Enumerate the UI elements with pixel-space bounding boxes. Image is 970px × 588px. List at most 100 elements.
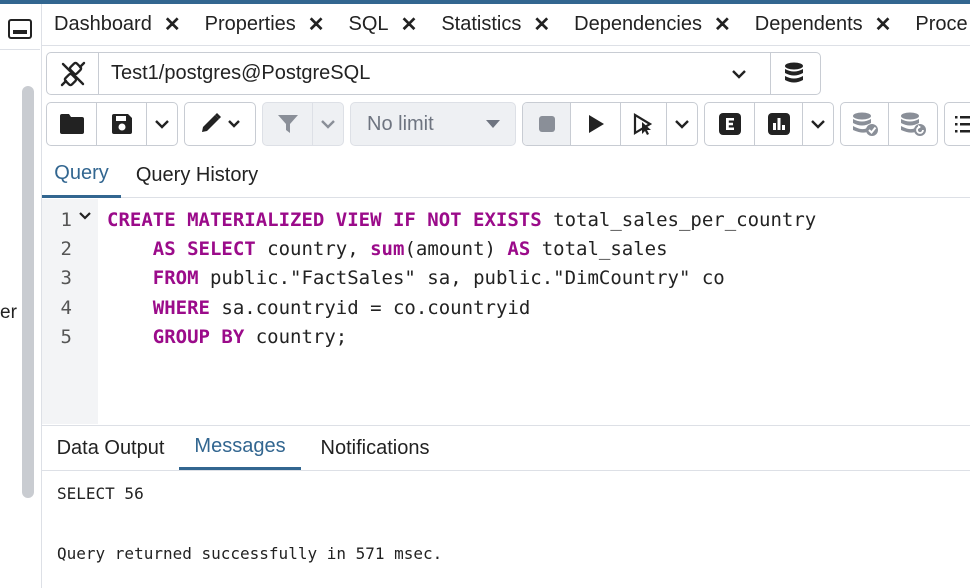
tab-label: Properties [204,13,296,35]
line-number: 1 [60,209,72,231]
execute-script-button[interactable] [621,103,667,145]
tab-label: Dependents [754,13,863,35]
commit-button[interactable] [841,103,889,145]
editor-tab-bar: Query Query History [42,152,970,198]
filter-button[interactable] [263,103,313,145]
filter-dropdown[interactable] [313,103,343,145]
object-browser-panel: er [0,4,42,588]
tab-query-history[interactable]: Query History [121,152,273,198]
execute-options-dropdown[interactable] [667,103,697,145]
connection-select[interactable]: Test1/postgres@PostgreSQL [99,62,708,85]
tab-dependents[interactable]: Dependents ✕ [743,4,904,45]
tab-notifications[interactable]: Notifications [301,426,449,470]
execute-button[interactable] [571,103,621,145]
close-icon[interactable]: ✕ [714,12,731,37]
tab-sql[interactable]: SQL ✕ [337,4,430,45]
sql-function: sum [370,238,405,260]
close-icon[interactable]: ✕ [164,12,181,37]
chevron-down-icon [811,120,825,129]
explain-button[interactable] [705,103,755,145]
close-icon[interactable]: ✕ [308,12,325,37]
line-number: 3 [60,267,72,289]
sql-keyword: AS SELECT [152,238,256,260]
code-line: GROUP BY country; [107,326,347,348]
tab-label: Dependencies [574,13,702,35]
edit-menu-button[interactable] [185,103,255,145]
sql-keyword: GROUP BY [152,326,245,348]
main-tab-bar: Dashboard ✕ Properties ✕ SQL ✕ Statistic… [42,4,970,46]
database-commit-icon [852,112,878,136]
tab-data-output[interactable]: Data Output [42,426,179,470]
tab-statistics[interactable]: Statistics ✕ [429,4,562,45]
explain-group [704,102,834,146]
line-number: 2 [60,238,72,260]
sql-text: public."FactSales" sa, public."DimCountr… [198,267,725,289]
limit-group: No limit [350,102,516,146]
sql-keyword: FROM [152,267,199,289]
bar-chart-icon [767,113,790,135]
list-icon [955,116,970,133]
play-cursor-icon [633,113,652,135]
sql-keyword: AS [507,238,531,260]
database-add-icon [784,62,803,82]
sql-text: country, [255,238,371,260]
sql-keyword: CREATE MATERIALIZED VIEW IF NOT EXISTS [107,209,542,231]
connection-dropdown-toggle[interactable] [708,68,770,80]
chevron-down-icon [228,120,240,128]
tab-dashboard[interactable]: Dashboard ✕ [42,4,193,45]
save-options-dropdown[interactable] [147,103,177,145]
close-icon[interactable]: ✕ [875,12,892,37]
connection-bar: Test1/postgres@PostgreSQL [46,52,821,95]
tab-processes[interactable]: Proce [903,4,970,45]
output-tab-bar: Data Output Messages Notifications [42,425,970,471]
explain-e-icon [718,113,741,135]
save-icon [111,114,132,134]
file-group [46,102,178,146]
disconnected-plug-icon [60,61,85,86]
sql-text: (amount) [404,238,508,260]
tab-label: Dashboard [54,13,152,35]
code-line: FROM public."FactSales" sa, public."DimC… [107,267,725,289]
limit-select[interactable]: No limit [351,103,515,145]
rollback-button[interactable] [889,103,937,145]
message-line: Query returned successfully in 571 msec. [57,544,443,563]
folder-icon [59,114,84,134]
code-line: WHERE sa.countryid = co.countryid [107,297,531,319]
tab-properties[interactable]: Properties ✕ [193,4,337,45]
filter-icon [277,115,298,133]
line-number-gutter: 1 2 3 4 5 [42,199,98,424]
explain-options-dropdown[interactable] [803,103,833,145]
browser-scrollbar[interactable] [22,86,34,498]
sql-keyword: WHERE [152,297,210,319]
pencil-icon [202,113,221,132]
database-rollback-icon [901,112,926,136]
new-connection-button[interactable] [770,53,820,94]
browser-toggle-button[interactable] [0,8,40,50]
stop-button[interactable] [523,103,571,145]
sql-indent [107,267,153,289]
limit-label: No limit [367,112,434,135]
macros-group [944,102,970,146]
macros-button[interactable] [945,103,970,145]
tab-messages[interactable]: Messages [179,426,301,470]
explain-analyze-button[interactable] [755,103,803,145]
sql-text: total_sales_per_country [541,209,817,231]
sql-text: sa.countryid = co.countryid [209,297,531,319]
sql-indent [107,326,153,348]
fold-chevron-icon[interactable] [78,211,92,221]
save-file-button[interactable] [97,103,147,145]
close-icon[interactable]: ✕ [401,12,418,37]
tab-dependencies[interactable]: Dependencies ✕ [562,4,743,45]
close-icon[interactable]: ✕ [533,12,550,37]
tab-query[interactable]: Query [42,152,121,198]
connection-status-button[interactable] [47,53,99,94]
open-file-button[interactable] [47,103,97,145]
sql-text: total_sales [530,238,668,260]
sql-text: country; [244,326,348,348]
play-icon [588,115,604,133]
chevron-down-icon [732,69,746,79]
sql-editor[interactable]: 1 2 3 4 5 CREATE MATERIALIZED VIEW IF NO… [42,199,970,424]
code-line: CREATE MATERIALIZED VIEW IF NOT EXISTS t… [107,209,816,231]
panel-toggle-icon [8,18,32,39]
edit-group [184,102,256,146]
